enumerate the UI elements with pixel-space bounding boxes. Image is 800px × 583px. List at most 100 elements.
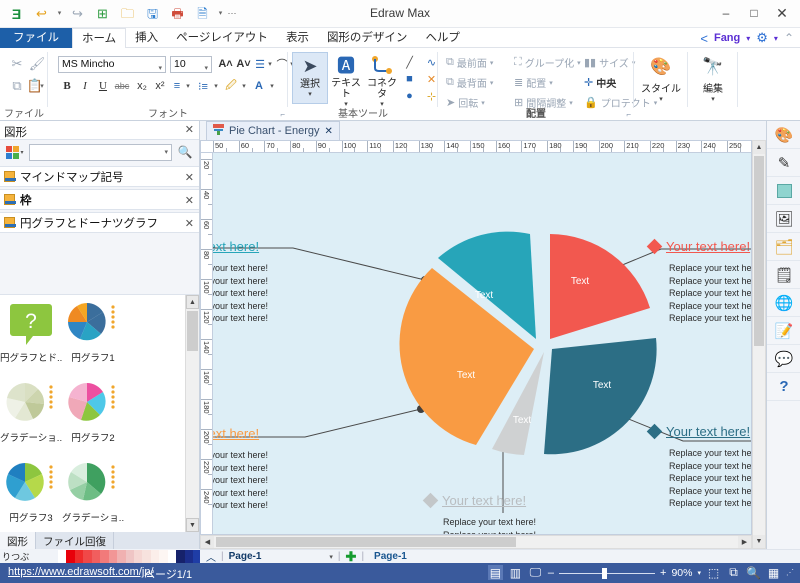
select-tool-caret[interactable]: ▾ (293, 90, 327, 98)
style-caret[interactable]: ▾ (641, 95, 681, 103)
bold-icon[interactable]: B (60, 78, 74, 94)
bring-to-front-button[interactable]: ⧉最前面▾ (446, 55, 493, 70)
subscript-icon[interactable]: x₂ (134, 78, 150, 94)
edit-button[interactable]: 🔭 編集 ▾ (693, 54, 733, 103)
chevron-down-icon[interactable]: ▾ (164, 148, 168, 156)
format-painter-icon[interactable]: 🖌 (26, 54, 48, 74)
font-color-icon[interactable]: A (252, 78, 266, 94)
zoom-dropdown-icon[interactable]: ▾ (697, 569, 701, 577)
color-swatch[interactable] (58, 550, 66, 563)
layers-panel-icon[interactable]: 🗂 (767, 233, 800, 261)
chevron-down-icon[interactable]: ▾ (158, 61, 162, 76)
pie-slices[interactable]: Text Text Text Text (400, 232, 657, 455)
shape-item[interactable]: 円グラフ1 (62, 295, 124, 375)
color-swatch[interactable] (151, 550, 159, 563)
scroll-up-icon[interactable]: ▲ (186, 295, 199, 309)
shape-item[interactable]: グラデーショ... (0, 375, 62, 455)
paste-dropdown-icon[interactable]: ▾ (38, 76, 46, 96)
highlight-dropdown-icon[interactable]: ▾ (240, 78, 248, 94)
zoom-out-button[interactable]: – (548, 567, 554, 579)
scrollbar-thumb[interactable] (187, 311, 198, 351)
bring-to-front-caret[interactable]: ▾ (490, 59, 494, 67)
rectangle-shape-icon[interactable]: ■ (400, 71, 419, 87)
close-icon[interactable]: ✕ (185, 194, 194, 207)
pen-panel-icon[interactable]: ✎ (767, 149, 800, 177)
page-tab-page1[interactable]: Page-1 (369, 550, 412, 563)
tab-insert[interactable]: 挿入 (126, 28, 167, 48)
color-swatch[interactable] (176, 550, 184, 563)
strikethrough-icon[interactable]: abc (112, 78, 132, 94)
color-swatch[interactable] (159, 550, 167, 563)
close-icon[interactable]: ✕ (185, 171, 194, 184)
split-view-icon[interactable]: ▥ (508, 565, 523, 580)
minimize-button[interactable]: – (712, 2, 740, 24)
panel-tab-shapes[interactable]: 図形 (0, 532, 36, 549)
page-dropdown-icon[interactable]: ▾ (329, 553, 333, 561)
scroll-down-icon[interactable]: ▼ (186, 518, 199, 532)
color-swatch[interactable] (92, 550, 100, 563)
shape-item[interactable]: 円グラフ2 (62, 375, 124, 455)
arrange-dialog-launcher[interactable]: ⌐ (626, 110, 631, 119)
shape-item[interactable]: 円グラフ3 (0, 455, 62, 532)
color-swatch[interactable] (126, 550, 134, 563)
group-button[interactable]: ⛶グループ化▾ (514, 55, 581, 70)
drawing-canvas[interactable]: Text Text Text Text (213, 153, 752, 535)
color-swatch[interactable] (134, 550, 142, 563)
align-button[interactable]: ≣配置▾ (514, 75, 553, 90)
callout-darkteal[interactable]: Your text here! Replace your text here! … (649, 424, 752, 510)
gear-dropdown-icon[interactable]: ▾ (774, 34, 778, 43)
connector-tool-button[interactable]: コネクタ ▾ (364, 52, 400, 104)
line-spacing-icon[interactable]: ≡ (170, 78, 184, 94)
italic-icon[interactable]: I (78, 78, 92, 94)
panel-tab-file-recovery[interactable]: ファイル回復 (36, 532, 114, 549)
font-size-input[interactable]: 10 ▾ (170, 56, 212, 73)
color-swatch[interactable] (66, 550, 74, 563)
search-input[interactable]: ▾ (29, 144, 172, 161)
shape-category-mindmap[interactable]: マインドマップ記号 ✕ (0, 166, 199, 187)
color-swatch[interactable] (109, 550, 117, 563)
scroll-up-icon[interactable]: ▲ (753, 141, 765, 154)
data-panel-icon[interactable]: 🗒 (767, 261, 800, 289)
grow-font-icon[interactable]: A˄ (218, 56, 233, 72)
center-button[interactable]: ✛中央 (584, 75, 616, 90)
tab-home[interactable]: ホーム (72, 28, 126, 49)
scrollbar-thumb[interactable] (754, 156, 764, 346)
user-dropdown-icon[interactable]: ▾ (746, 34, 750, 43)
tab-help[interactable]: ヘルプ (416, 28, 469, 48)
color-swatch[interactable] (168, 550, 176, 563)
color-swatch[interactable] (117, 550, 125, 563)
shape-item[interactable]: ? 円グラフとド... (0, 295, 62, 375)
document-tab[interactable]: Pie Chart - Energy ✕ (206, 121, 340, 140)
normal-view-icon[interactable]: ▤ (488, 565, 503, 580)
gear-icon[interactable]: ⚙ (756, 30, 768, 46)
callout-orange[interactable]: Your text here! Replace your text here! … (213, 426, 268, 512)
send-to-back-caret[interactable]: ▾ (490, 79, 494, 87)
line-shape-icon[interactable]: ╱ (400, 54, 419, 70)
picture-panel-icon[interactable]: 🖼 (767, 205, 800, 233)
cut-icon[interactable]: ✂ (6, 54, 28, 74)
fill-panel-icon[interactable] (767, 177, 800, 205)
superscript-icon[interactable]: x² (152, 78, 168, 94)
tab-shape-design[interactable]: 図形のデザイン (318, 28, 417, 48)
scrollbar-thumb[interactable] (216, 537, 516, 547)
align-caret[interactable]: ▾ (549, 79, 553, 87)
resize-grip-icon[interactable]: ⋰ (786, 568, 794, 577)
attachment-panel-icon[interactable]: 📝 (767, 317, 800, 345)
color-swatch[interactable] (185, 550, 193, 563)
text-tool-button[interactable]: 🅰 テキスト ▾ (328, 52, 364, 104)
pie-slice-red[interactable]: Text (550, 234, 650, 339)
style-button[interactable]: 🎨 スタイル ▾ (641, 54, 681, 103)
line-spacing-dropdown-icon[interactable]: ▾ (184, 78, 192, 94)
select-tool-button[interactable]: ➤ 選択 ▾ (292, 52, 328, 104)
close-icon[interactable]: ✕ (185, 217, 194, 230)
collapse-icon[interactable]: ︿ (206, 549, 216, 564)
slider-knob[interactable] (602, 568, 607, 579)
color-swatch[interactable] (75, 550, 83, 563)
zoom-region-icon[interactable]: 🔍 (746, 565, 761, 580)
close-icon[interactable]: ✕ (324, 126, 332, 137)
underline-icon[interactable]: U (96, 78, 110, 94)
color-swatch[interactable] (83, 550, 91, 563)
shape-category-pie-donut[interactable]: 円グラフとドーナツグラフ ✕ (0, 212, 199, 233)
group-caret[interactable]: ▾ (577, 59, 581, 67)
callout-red[interactable]: Your text here! Replace your text here! … (649, 239, 752, 325)
